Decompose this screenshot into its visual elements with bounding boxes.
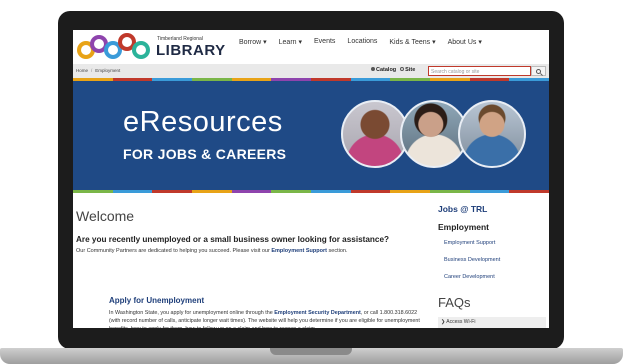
breadcrumb-separator: / bbox=[91, 68, 93, 73]
intro-prefix: Our Community Partners are dedicated to … bbox=[76, 248, 272, 254]
color-stripe-top bbox=[73, 78, 549, 81]
apply-heading[interactable]: Apply for Unemployment bbox=[109, 296, 204, 305]
jobs-trl-link[interactable]: Jobs @ TRL bbox=[438, 204, 487, 214]
logo-title: LIBRARY bbox=[156, 42, 226, 59]
page-title: Welcome bbox=[76, 208, 135, 224]
browser-screen: Timberland Regional LIBRARY Borrow ▾ Lea… bbox=[73, 30, 549, 328]
nav-item-about-us[interactable]: About Us ▾ bbox=[442, 38, 488, 46]
apply-prefix: In Washington State, you apply for unemp… bbox=[109, 310, 275, 316]
search-scope: Catalog Site bbox=[371, 67, 415, 73]
site-header: Timberland Regional LIBRARY Borrow ▾ Lea… bbox=[73, 30, 549, 64]
radio-empty-icon bbox=[400, 67, 405, 71]
search-input[interactable]: Search catalog or site bbox=[428, 66, 531, 76]
sidebar-item-employment-support[interactable]: Employment Support bbox=[444, 240, 495, 246]
faqs-heading: FAQs bbox=[438, 295, 471, 310]
nav-item-learn[interactable]: Learn ▾ bbox=[273, 38, 308, 46]
intro-text: Our Community Partners are dedicated to … bbox=[76, 248, 347, 254]
search-icon bbox=[536, 68, 541, 74]
intro-question: Are you recently unemployed or a small b… bbox=[76, 235, 390, 244]
nav-item-borrow[interactable]: Borrow ▾ bbox=[233, 38, 273, 46]
banner-subtitle: FOR JOBS & CAREERS bbox=[123, 146, 287, 162]
nav-item-kids-teens[interactable]: Kids & Teens ▾ bbox=[383, 38, 441, 46]
faq-item-access-wifi[interactable]: ❯ Access Wi-Fi bbox=[438, 317, 546, 328]
search-button[interactable] bbox=[531, 66, 546, 76]
sidebar-heading: Employment bbox=[438, 222, 490, 232]
intro-suffix: section. bbox=[326, 248, 348, 254]
hero-banner: eResources FOR JOBS & CAREERS bbox=[73, 78, 549, 193]
laptop-notch bbox=[270, 348, 352, 355]
radio-catalog-label: Catalog bbox=[376, 67, 397, 73]
radio-catalog[interactable]: Catalog bbox=[371, 67, 396, 73]
radio-selected-icon bbox=[371, 67, 375, 71]
site-logo[interactable]: Timberland Regional LIBRARY bbox=[77, 33, 225, 61]
radio-site-label: Site bbox=[405, 67, 416, 73]
sidebar-item-business-development[interactable]: Business Development bbox=[444, 257, 500, 263]
page-content: Welcome Are you recently unemployed or a… bbox=[73, 193, 549, 328]
apply-body: In Washington State, you apply for unemp… bbox=[109, 309, 427, 328]
breadcrumb-home[interactable]: Home bbox=[76, 68, 88, 73]
sidebar-item-career-development[interactable]: Career Development bbox=[444, 274, 495, 280]
photo-nurse bbox=[341, 100, 409, 168]
breadcrumb: Home / Employment bbox=[76, 68, 120, 73]
employment-support-link[interactable]: Employment Support bbox=[271, 248, 327, 254]
logo-bubble-icon bbox=[132, 41, 150, 59]
esd-link[interactable]: Employment Security Department bbox=[274, 310, 361, 316]
nav-item-events[interactable]: Events bbox=[308, 38, 341, 46]
breadcrumb-bar: Home / Employment Catalog Site Search ca… bbox=[73, 64, 549, 78]
banner-title: eResources bbox=[123, 106, 283, 138]
breadcrumb-current: Employment bbox=[95, 68, 121, 73]
radio-site[interactable]: Site bbox=[400, 67, 415, 73]
main-nav: Borrow ▾ Learn ▾ Events Locations Kids &… bbox=[233, 38, 488, 46]
photo-professional bbox=[458, 100, 526, 168]
nav-item-locations[interactable]: Locations bbox=[341, 38, 383, 46]
laptop-frame: Timberland Regional LIBRARY Borrow ▾ Lea… bbox=[0, 0, 623, 364]
